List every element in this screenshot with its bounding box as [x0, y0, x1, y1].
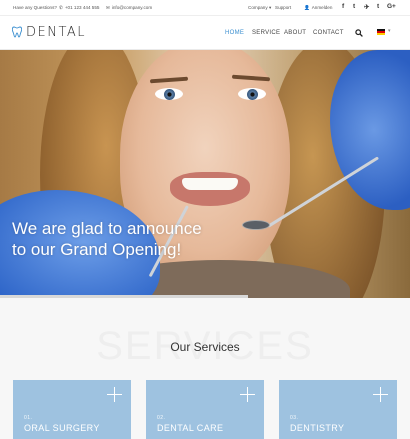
service-name: ORAL SURGERY [24, 423, 100, 433]
nav-contact[interactable]: CONTACT [313, 30, 344, 36]
service-card-dental-care[interactable]: 02. DENTAL CARE [146, 380, 264, 439]
hero-image-eye [238, 88, 266, 100]
company-dropdown[interactable]: Company ▾ [248, 5, 271, 11]
chevron-down-icon[interactable]: ▾ [388, 28, 391, 34]
question-text: Have any Questions? [13, 5, 57, 10]
main-header: DENTAL HOME SERVICE ABOUT CONTACT ▾ [0, 16, 410, 50]
hero-headline-line2: to our Grand Opening! [12, 240, 182, 259]
nav-service[interactable]: SERVICE [252, 30, 280, 36]
tooth-logo-icon [12, 26, 22, 38]
chevron-down-icon: ▾ [268, 5, 272, 10]
services-title: Our Services [170, 340, 240, 354]
hero-banner: We are glad to announce to our Grand Ope… [0, 50, 410, 298]
twitter-icon[interactable]: t [353, 3, 355, 10]
hero-headline-line1: We are glad to announce [12, 219, 202, 238]
phone-icon: ✆ [59, 5, 63, 10]
nav-about[interactable]: ABOUT [284, 30, 306, 36]
german-flag-icon[interactable] [377, 29, 385, 35]
company-label: Company [248, 5, 268, 10]
phone-number: +01 123 444 555 [64, 5, 100, 10]
hero-image-eye [155, 88, 183, 100]
site-logo[interactable]: DENTAL [26, 25, 86, 40]
nav-home[interactable]: HOME [225, 30, 244, 36]
service-name: DENTISTRY [290, 423, 345, 433]
service-number: 03. [290, 415, 299, 421]
phone-contact[interactable]: ✆ +01 123 444 555 [59, 5, 99, 11]
search-icon[interactable] [355, 29, 363, 37]
email-contact[interactable]: ✉ info@company.com [106, 5, 152, 11]
service-number: 01. [24, 415, 33, 421]
login-link[interactable]: 👤 Anmelden [304, 5, 332, 11]
top-bar: Have any Questions? ✆ +01 123 444 555 ✉ in… [0, 0, 410, 16]
hero-image-teeth [182, 178, 238, 190]
tumblr-icon[interactable]: t [377, 3, 379, 10]
login-label: Anmelden [311, 5, 333, 10]
user-icon: 👤 [304, 5, 310, 10]
hero-headline: We are glad to announce to our Grand Ope… [12, 218, 202, 260]
services-section: SERVICES Our Services 01. ORAL SURGERY 0… [0, 298, 410, 439]
service-name: DENTAL CARE [157, 423, 224, 433]
plus-icon [240, 387, 255, 402]
telegram-icon[interactable]: ✈ [364, 3, 369, 11]
envelope-icon: ✉ [106, 5, 110, 10]
service-number: 02. [157, 415, 166, 421]
plus-icon [107, 387, 122, 402]
facebook-icon[interactable]: f [342, 3, 344, 10]
service-card-oral-surgery[interactable]: 01. ORAL SURGERY [13, 380, 131, 439]
service-card-dentistry[interactable]: 03. DENTISTRY [279, 380, 397, 439]
google-plus-icon[interactable]: G+ [387, 3, 396, 10]
plus-icon [373, 387, 388, 402]
hero-image-dental-mirror [242, 220, 270, 230]
email-address: info@company.com [111, 5, 153, 10]
support-link[interactable]: Support [275, 5, 291, 10]
